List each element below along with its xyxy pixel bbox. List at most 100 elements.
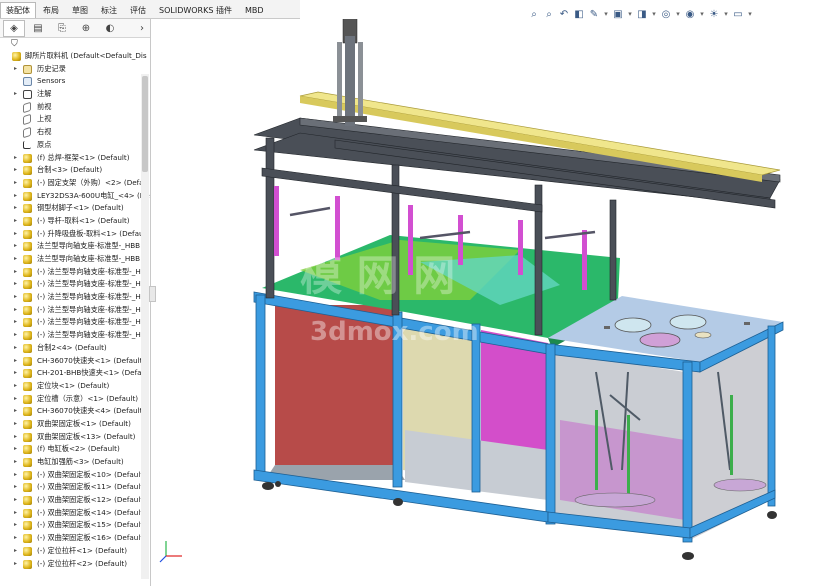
tab-5[interactable]: SOLIDWORKS 插件 xyxy=(153,2,238,18)
tree-item-label: 历史记录 xyxy=(37,63,66,73)
tree-item[interactable]: ▸ (-) 导杆-取料<1> (Default) xyxy=(0,215,150,228)
tree-item[interactable]: ▸ (-) 法兰型导向轴支座-标准型-_H xyxy=(0,316,150,329)
tree-item-label: CH-201-BHB快速夹<1> (Defau xyxy=(37,368,147,378)
tree-item[interactable]: ▸ 法兰型导向轴支座-标准型-_HBB xyxy=(0,253,150,266)
expand-chevron-icon[interactable]: ▸ xyxy=(14,88,20,101)
tab-6[interactable]: MBD xyxy=(239,2,270,18)
expand-chevron-icon[interactable]: ▸ xyxy=(14,519,20,532)
tree-item[interactable]: ▸ 台制2<4> (Default) xyxy=(0,342,150,355)
part-icon xyxy=(23,356,32,366)
configuration-manager-icon[interactable]: ⎘ xyxy=(51,20,73,37)
expand-chevron-icon[interactable]: ▸ xyxy=(14,507,20,520)
tree-item[interactable]: ▸ 电缸加强筋<3> (Default) xyxy=(0,456,150,469)
expand-chevron-icon[interactable]: ▸ xyxy=(14,240,20,253)
tree-item[interactable]: Sensors xyxy=(0,75,150,88)
tree-item[interactable]: ▸ (-) 法兰型导向轴支座-标准型-_H xyxy=(0,266,150,279)
expand-chevron-icon[interactable]: ▸ xyxy=(14,190,20,203)
tab-3[interactable]: 标注 xyxy=(95,2,123,18)
expand-chevron-icon[interactable]: ▸ xyxy=(14,456,20,469)
expand-chevron-icon[interactable]: ▸ xyxy=(14,558,20,571)
expand-chevron-icon[interactable]: ▸ xyxy=(14,228,20,241)
tree-item[interactable]: ▸ LEY32DS3A-600U电缸_<4> (De xyxy=(0,190,150,203)
expand-chevron-icon[interactable]: ▸ xyxy=(14,152,20,165)
tab-4[interactable]: 评估 xyxy=(124,2,152,18)
tree-item[interactable]: ▸ (-) 双曲架固定板<16> (Default) xyxy=(0,532,150,545)
tree-item[interactable]: ▸ (-) 定位拉杆<1> (Default) xyxy=(0,545,150,558)
expand-chevron-icon[interactable]: ▸ xyxy=(14,266,20,279)
expand-chevron-icon[interactable]: ▸ xyxy=(14,532,20,545)
expand-chevron-icon[interactable]: ▸ xyxy=(14,443,20,456)
tree-item[interactable]: 前视 xyxy=(0,101,150,114)
expand-chevron-icon[interactable]: ▸ xyxy=(14,291,20,304)
expand-chevron-icon[interactable]: ▸ xyxy=(14,342,20,355)
graphics-area[interactable]: 模 网 网 3dmox.com xyxy=(151,7,832,586)
expand-chevron-icon[interactable]: ▸ xyxy=(14,494,20,507)
tree-item[interactable]: ▸ (-) 法兰型导向轴支座-标准型-_H xyxy=(0,304,150,317)
tab-0[interactable]: 装配体 xyxy=(0,2,36,18)
tab-2[interactable]: 草图 xyxy=(66,2,94,18)
tree-item[interactable]: ▸ 双曲架固定板<13> (Default) xyxy=(0,431,150,444)
tree-item[interactable]: ▸ (-) 双曲架固定板<11> (Default) xyxy=(0,481,150,494)
tree-item[interactable]: 右视 xyxy=(0,126,150,139)
tree-item[interactable]: ▸ (-) 固定支架（外购）<2> (Defa xyxy=(0,177,150,190)
tree-item[interactable]: 上视 xyxy=(0,113,150,126)
expand-chevron-icon[interactable]: ▸ xyxy=(14,278,20,291)
expand-chevron-icon[interactable]: ▸ xyxy=(14,177,20,190)
scrollbar-thumb[interactable] xyxy=(142,76,148,172)
tree-item[interactable]: ▸ (f) 电缸板<2> (Default) xyxy=(0,443,150,456)
expand-chevron-icon[interactable]: ▸ xyxy=(14,253,20,266)
tree-item[interactable]: ▸ 定位块<1> (Default) xyxy=(0,380,150,393)
expand-chevron-icon[interactable]: ▸ xyxy=(14,355,20,368)
expand-chevron-icon[interactable]: ▸ xyxy=(14,380,20,393)
feature-manager-icon[interactable]: ◈ xyxy=(3,19,25,37)
expand-chevron-icon[interactable]: ▸ xyxy=(14,329,20,342)
expand-arrow-icon[interactable]: › xyxy=(136,20,148,37)
tree-item[interactable]: ▸ (-) 升降吸盘板-取料<1> (Defau xyxy=(0,228,150,241)
tab-1[interactable]: 布局 xyxy=(37,2,65,18)
expand-chevron-icon[interactable]: ▸ xyxy=(14,367,20,380)
tree-item[interactable]: ▸ 双曲架固定板<1> (Default) xyxy=(0,418,150,431)
expand-chevron-icon[interactable]: ▸ xyxy=(14,393,20,406)
dimxpert-icon[interactable]: ⊕ xyxy=(75,20,97,37)
tree-item[interactable]: ▸ (f) 总焊-框架<1> (Default) xyxy=(0,152,150,165)
expand-chevron-icon[interactable]: ▸ xyxy=(14,164,20,177)
tree-item[interactable]: ▸ 定位槽（示意）<1> (Default) xyxy=(0,393,150,406)
expand-chevron-icon[interactable]: ▸ xyxy=(14,304,20,317)
tree-item[interactable]: ▸ 钢型材脚子<1> (Default) xyxy=(0,202,150,215)
expand-chevron-icon[interactable]: ▸ xyxy=(14,469,20,482)
property-manager-icon[interactable]: ▤ xyxy=(27,20,49,37)
tree-item[interactable]: ▸ CH-36070快速夹<4> (Default) xyxy=(0,405,150,418)
tree-item[interactable]: ▸ (-) 法兰型导向轴支座-标准型-_H xyxy=(0,329,150,342)
tree-item[interactable]: ▸ 台制<3> (Default) xyxy=(0,164,150,177)
tree-item[interactable]: ▸ CH-201-BHB快速夹<1> (Defau xyxy=(0,367,150,380)
tree-item[interactable]: ▸ (-) 法兰型导向轴支座-标准型-_H xyxy=(0,278,150,291)
expand-chevron-icon[interactable]: ▸ xyxy=(14,63,20,76)
expand-chevron-icon[interactable]: ▸ xyxy=(14,418,20,431)
tree-item[interactable]: ▸ (-) 定位拉杆<2> (Default) xyxy=(0,558,150,571)
expand-chevron-icon[interactable]: ▸ xyxy=(14,202,20,215)
tree-item-label: 右视 xyxy=(37,127,52,137)
tree-scrollbar[interactable] xyxy=(141,74,149,579)
tree-root[interactable]: 脚所片取料机 (Default<Default_Dis xyxy=(0,50,150,63)
tree-item[interactable]: ▸ (-) 双曲架固定板<10> (Default) xyxy=(0,469,150,482)
command-manager-tabs: 装配体 布局 草图 标注 评估 SOLIDWORKS 插件 MBD xyxy=(0,0,300,19)
tree-item-label: 电缸加强筋<3> (Default) xyxy=(37,457,124,466)
expand-chevron-icon[interactable]: ▸ xyxy=(14,545,20,558)
expand-chevron-icon[interactable]: ▸ xyxy=(14,405,20,418)
tree-item[interactable]: 原点 xyxy=(0,139,150,152)
tree-item[interactable]: ▸ (-) 双曲架固定板<14> (Default) xyxy=(0,507,150,520)
tree-item[interactable]: ▸ (-) 法兰型导向轴支座-标准型-_H xyxy=(0,291,150,304)
expand-chevron-icon[interactable]: ▸ xyxy=(14,481,20,494)
tree-item[interactable]: ▸ CH-36070快速夹<1> (Default) xyxy=(0,355,150,368)
expand-chevron-icon[interactable]: ▸ xyxy=(14,431,20,444)
tree-item[interactable]: ▸ (-) 双曲架固定板<12> (Default) xyxy=(0,494,150,507)
tree-item[interactable]: ▸ 法兰型导向轴支座-标准型-_HBB xyxy=(0,240,150,253)
tree-item[interactable]: ▸ (-) 双曲架固定板<15> (Default) xyxy=(0,519,150,532)
part-icon xyxy=(23,242,32,252)
expand-chevron-icon[interactable]: ▸ xyxy=(14,215,20,228)
tree-item[interactable]: ▸ 历史记录 xyxy=(0,63,150,76)
expand-chevron-icon[interactable]: ▸ xyxy=(14,316,20,329)
display-manager-icon[interactable]: ◐ xyxy=(99,20,121,37)
filter-icon[interactable]: ⛉ xyxy=(0,38,150,50)
tree-item[interactable]: ▸ 注解 xyxy=(0,88,150,101)
